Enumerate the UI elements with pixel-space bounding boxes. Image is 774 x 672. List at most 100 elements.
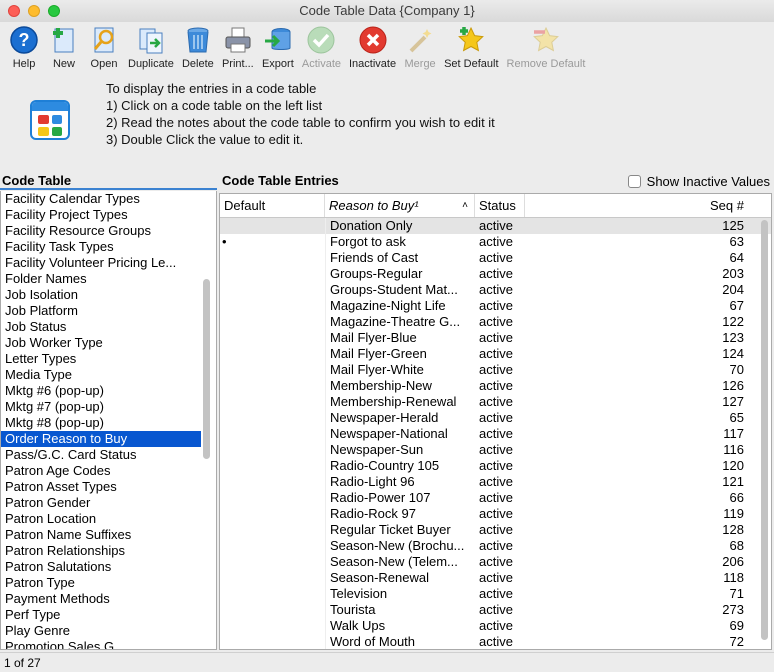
cell-status: active [479,634,513,649]
export-button[interactable]: Export [258,22,298,74]
remove-default-label: Remove Default [506,58,586,70]
inactivate-button[interactable]: Inactivate [345,22,400,74]
table-row[interactable]: Walk Ups active 69 [220,618,771,634]
table-row[interactable]: Regular Ticket Buyer active 128 [220,522,771,538]
table-row[interactable]: Radio-Light 96 active 121 [220,474,771,490]
code-table-item[interactable]: Letter Types [1,351,201,367]
table-row[interactable]: Membership-Renewal active 127 [220,394,771,410]
close-window-button[interactable] [8,5,20,17]
entries-table: Default Reason to Buy¹ ˄ Status Seq # Do… [219,193,772,650]
minimize-window-button[interactable] [28,5,40,17]
star-remove-icon [530,24,562,56]
table-row[interactable]: Mail Flyer-White active 70 [220,362,771,378]
table-row[interactable]: Television active 71 [220,586,771,602]
cell-default [220,522,325,538]
column-header-status[interactable]: Status [475,194,525,217]
help-button[interactable]: ? Help [4,22,44,74]
cell-reason: Mail Flyer-White [325,362,475,378]
table-row[interactable]: Tourista active 273 [220,602,771,618]
show-inactive-toggle[interactable]: Show Inactive Values [627,174,770,189]
code-table-item[interactable]: Promotion Sales G... [1,639,201,649]
table-row[interactable]: Season-Renewal active 118 [220,570,771,586]
code-table-item[interactable]: Folder Names [1,271,201,287]
code-table-item[interactable]: Patron Age Codes [1,463,201,479]
table-row[interactable]: Radio-Rock 97 active 119 [220,506,771,522]
code-table-item[interactable]: Patron Asset Types [1,479,201,495]
cell-seq: 65 [729,410,744,425]
table-row[interactable]: • Forgot to ask active 63 [220,234,771,250]
cell-default [220,634,325,649]
table-row[interactable]: Newspaper-Herald active 65 [220,410,771,426]
code-table-item[interactable]: Media Type [1,367,201,383]
code-table-item[interactable]: Play Genre [1,623,201,639]
delete-button[interactable]: Delete [178,22,218,74]
code-table-item[interactable]: Facility Project Types [1,207,201,223]
code-table-item[interactable]: Patron Relationships [1,543,201,559]
entries-panel: Code Table Entries Show Inactive Values … [219,172,774,650]
code-table-item[interactable]: Patron Name Suffixes [1,527,201,543]
code-table-item[interactable]: Order Reason to Buy [1,431,201,447]
table-row[interactable]: Word of Mouth active 72 [220,634,771,649]
code-table-item[interactable]: Patron Type [1,575,201,591]
code-table-item[interactable]: Job Isolation [1,287,201,303]
code-table-item[interactable]: Job Worker Type [1,335,201,351]
title-bar: Code Table Data {Company 1} [0,0,774,22]
code-table-item[interactable]: Job Platform [1,303,201,319]
column-header-reason[interactable]: Reason to Buy¹ ˄ [325,194,475,217]
code-table-item[interactable]: Pass/G.C. Card Status [1,447,201,463]
cell-default [220,426,325,442]
table-row[interactable]: Friends of Cast active 64 [220,250,771,266]
print-button[interactable]: Print... [218,22,258,74]
code-table-item[interactable]: Payment Methods [1,591,201,607]
activate-button[interactable]: Activate [298,22,345,74]
table-row[interactable]: Magazine-Theatre G... active 122 [220,314,771,330]
table-row[interactable]: Mail Flyer-Green active 124 [220,346,771,362]
table-row[interactable]: Magazine-Night Life active 67 [220,298,771,314]
duplicate-button[interactable]: Duplicate [124,22,178,74]
table-row[interactable]: Radio-Country 105 active 120 [220,458,771,474]
cell-status: active [479,570,513,585]
table-row[interactable]: Season-New (Telem... active 206 [220,554,771,570]
set-default-button[interactable]: Set Default [440,22,502,74]
table-row[interactable]: Groups-Student Mat... active 204 [220,282,771,298]
table-row[interactable]: Donation Only active 125 [220,218,771,234]
cell-reason: Season-New (Brochu... [325,538,475,554]
code-table-item[interactable]: Perf Type [1,607,201,623]
show-inactive-checkbox[interactable] [627,175,641,188]
cell-status: active [479,234,513,249]
table-row[interactable]: Radio-Power 107 active 66 [220,490,771,506]
code-table-item[interactable]: Patron Location [1,511,201,527]
code-table-item[interactable]: Patron Salutations [1,559,201,575]
code-table-item[interactable]: Mktg #7 (pop-up) [1,399,201,415]
cell-seq: 117 [723,426,744,441]
code-table-item[interactable]: Facility Task Types [1,239,201,255]
zoom-window-button[interactable] [48,5,60,17]
cell-default [220,474,325,490]
table-row[interactable]: Groups-Regular active 203 [220,266,771,282]
code-table-item[interactable]: Facility Resource Groups [1,223,201,239]
table-row[interactable]: Membership-New active 126 [220,378,771,394]
merge-button[interactable]: Merge [400,22,440,74]
code-table-item[interactable]: Facility Volunteer Pricing Le... [1,255,201,271]
cell-reason: Magazine-Theatre G... [325,314,475,330]
toolbar: ? Help New Open Duplicate Delete Print..… [0,22,774,74]
code-table-item[interactable]: Facility Calendar Types [1,191,201,207]
code-table-item[interactable]: Patron Gender [1,495,201,511]
column-header-seq[interactable]: Seq # [525,194,750,217]
code-table-list[interactable]: Facility Calendar Types Facility Project … [0,191,217,650]
duplicate-label: Duplicate [128,58,174,70]
table-row[interactable]: Season-New (Brochu... active 68 [220,538,771,554]
entries-scrollbar[interactable] [761,220,768,640]
column-header-default[interactable]: Default [220,194,325,217]
open-button[interactable]: Open [84,22,124,74]
code-table-item[interactable]: Job Status [1,319,201,335]
table-row[interactable]: Newspaper-National active 117 [220,426,771,442]
table-row[interactable]: Newspaper-Sun active 116 [220,442,771,458]
remove-default-button[interactable]: Remove Default [503,22,590,74]
code-table-item[interactable]: Mktg #8 (pop-up) [1,415,201,431]
new-button[interactable]: New [44,22,84,74]
code-table-scrollbar[interactable] [203,279,210,459]
cell-default [220,554,325,570]
table-row[interactable]: Mail Flyer-Blue active 123 [220,330,771,346]
code-table-item[interactable]: Mktg #6 (pop-up) [1,383,201,399]
